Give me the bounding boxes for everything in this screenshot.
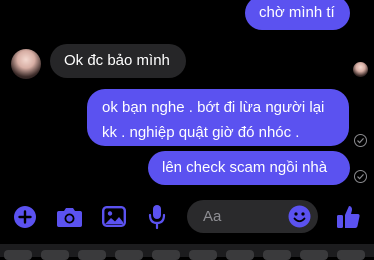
keyboard-key[interactable]	[78, 250, 106, 260]
emoji-icon[interactable]	[288, 205, 311, 228]
keyboard-key[interactable]	[115, 250, 143, 260]
message-text: chờ mình tí	[259, 4, 335, 21]
seen-avatar	[353, 62, 368, 77]
contact-avatar[interactable]	[11, 49, 41, 79]
image-icon[interactable]	[102, 206, 127, 228]
sent-check-icon	[354, 134, 367, 147]
message-text-line-1: ok bạn nghe . bớt đi lừa người lại	[102, 99, 325, 116]
camera-icon[interactable]	[56, 206, 83, 228]
like-icon[interactable]	[336, 204, 361, 230]
incoming-message[interactable]: Ok đc bảo mình	[50, 44, 186, 78]
outgoing-message[interactable]: ok bạn nghe . bớt đi lừa người lại kk . …	[87, 89, 349, 146]
message-text-line-2: kk . nghiệp quật giờ đó nhóc .	[102, 124, 300, 141]
message-text: lên check scam ngồi nhà	[162, 159, 328, 176]
keyboard-key[interactable]	[152, 250, 180, 260]
sent-check-icon	[354, 170, 367, 183]
message-text: Ok đc bảo mình	[64, 52, 170, 69]
outgoing-message[interactable]: chờ mình tí	[245, 0, 350, 30]
keyboard-key[interactable]	[337, 250, 365, 260]
keyboard-key[interactable]	[300, 250, 328, 260]
plus-icon[interactable]	[14, 206, 36, 228]
microphone-icon[interactable]	[148, 204, 166, 230]
keyboard-key[interactable]	[226, 250, 254, 260]
message-input-placeholder: Aa	[203, 208, 222, 225]
keyboard-key[interactable]	[41, 250, 69, 260]
keyboard-key[interactable]	[263, 250, 291, 260]
keyboard	[0, 244, 374, 260]
outgoing-message[interactable]: lên check scam ngồi nhà	[148, 151, 350, 185]
message-input[interactable]: Aa	[187, 200, 318, 233]
keyboard-key[interactable]	[189, 250, 217, 260]
keyboard-key[interactable]	[4, 250, 32, 260]
